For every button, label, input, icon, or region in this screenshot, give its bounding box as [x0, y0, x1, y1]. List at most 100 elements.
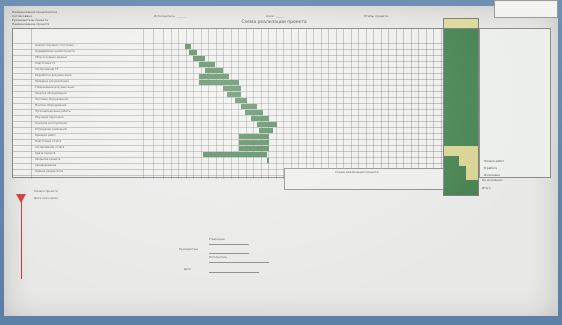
signature-line — [209, 253, 249, 254]
task-label: Утверждение документации — [35, 86, 75, 89]
grid-column — [350, 29, 352, 179]
page-title: Схема реализации проекта — [241, 20, 307, 25]
grid-column — [238, 29, 239, 179]
grid-column — [403, 29, 404, 179]
task-label: Опытная эксплуатация — [35, 122, 67, 125]
signature-label: Дата — [184, 268, 191, 271]
grid-column — [200, 29, 202, 179]
signature-line — [209, 262, 269, 263]
task-label: Закупка оборудования — [35, 92, 67, 95]
grid-column — [365, 29, 367, 179]
grid-column — [395, 29, 397, 179]
sub-table: Схема реализации проекта — [284, 168, 444, 190]
signature-label: Руководитель — [179, 248, 199, 251]
task-label: Согласование ТЗ — [35, 68, 59, 71]
task-label: Разработка документации — [35, 74, 72, 77]
timeline-marker — [21, 201, 23, 279]
grid-column — [418, 29, 419, 179]
task-label: Согласование отчёта — [35, 146, 65, 149]
grid-column — [170, 29, 172, 179]
paper-sheet: Наименование предприятия Согласовано Рук… — [4, 0, 558, 320]
task-label: Подготовка ТЗ — [35, 62, 56, 65]
header-line: Наименование проекта — [12, 22, 50, 26]
gantt-table: Анализ текущего состояния Определение цел… — [12, 28, 445, 179]
grid-column — [215, 29, 217, 179]
gantt-bar — [257, 121, 277, 127]
grid-column — [163, 29, 164, 179]
gantt-bar — [199, 79, 239, 85]
grid-column — [433, 29, 434, 179]
right-label: Исполнено — [484, 173, 501, 177]
gantt-bar — [193, 55, 205, 61]
task-label: Устранение замечаний — [35, 128, 67, 131]
sub-table-caption: Схема реализации проекта — [335, 170, 379, 174]
gantt-bar — [259, 127, 273, 133]
grid-column — [31, 29, 32, 179]
legend-item: Начало проекта — [34, 189, 58, 193]
gantt-bar — [235, 97, 247, 103]
legend-item: Дата окончания — [34, 196, 58, 200]
gantt-bar — [185, 43, 191, 49]
task-label: Сбор исходных данных — [35, 56, 67, 59]
signature-label: Исполнитель — [209, 256, 227, 259]
task-label: Подготовка отчёта — [35, 140, 62, 143]
right-label: Не исполнено — [482, 178, 503, 182]
gantt-bar — [241, 103, 257, 109]
grid-column — [410, 29, 412, 179]
gantt-bar — [199, 73, 229, 79]
right-label: В работе — [484, 166, 498, 170]
grid-column — [153, 29, 154, 179]
gantt-bar — [245, 109, 263, 115]
screen-frame — [0, 316, 562, 325]
gantt-bar — [205, 67, 223, 73]
grid-column — [260, 29, 262, 179]
gantt-bar — [227, 91, 241, 97]
highlight-cell — [444, 146, 478, 156]
right-panel: Начало работ В работе Исполнено — [479, 28, 551, 178]
grid-column — [425, 29, 427, 179]
gantt-bar — [239, 133, 269, 139]
task-label: Монтаж оборудования — [35, 104, 67, 107]
grid-column — [290, 29, 292, 179]
header-mid: Исполнитель: ______ — [154, 14, 186, 18]
task-label: Сдача проекта — [35, 152, 56, 155]
task-label: Поставка оборудования — [35, 98, 68, 101]
gantt-bar — [251, 115, 269, 121]
grid-column — [328, 29, 329, 179]
grid-column — [283, 29, 284, 179]
grid-column — [230, 29, 232, 179]
gantt-bar — [239, 145, 269, 151]
task-label: Оценка результатов — [35, 170, 64, 173]
grid-column — [298, 29, 299, 179]
gantt-bar — [267, 157, 269, 163]
gantt-bar — [239, 139, 269, 145]
grid-column — [320, 29, 322, 179]
header-mid2: Срок: ______ — [266, 14, 285, 18]
grid-column — [343, 29, 344, 179]
task-label: Обучение персонала — [35, 116, 64, 119]
gantt-bar — [199, 61, 215, 67]
highlight-cell — [466, 166, 478, 180]
highlight-cell — [459, 156, 478, 166]
signature-line — [209, 272, 259, 273]
header-left: Наименование предприятия Согласовано Рук… — [12, 10, 142, 26]
right-label: Начало работ — [484, 159, 505, 163]
grid-column — [313, 29, 314, 179]
corner-box — [494, 0, 558, 18]
gantt-bar — [223, 85, 241, 91]
signature-line — [209, 244, 249, 245]
grid-column — [185, 29, 187, 179]
grid-column — [223, 29, 224, 179]
task-label: Проверка документации — [35, 80, 69, 83]
gantt-bar — [203, 151, 267, 157]
grid-column — [335, 29, 337, 179]
grid-column — [440, 29, 442, 179]
signature-label: Утверждаю — [209, 238, 225, 241]
right-label: Итого — [482, 186, 491, 190]
grid-column — [208, 29, 209, 179]
grid-column — [388, 29, 389, 179]
grid-column — [143, 29, 144, 179]
grid-column — [268, 29, 269, 179]
task-label: Закрытие проекта — [35, 158, 61, 161]
header-right: Этапы проекта — [364, 14, 388, 18]
